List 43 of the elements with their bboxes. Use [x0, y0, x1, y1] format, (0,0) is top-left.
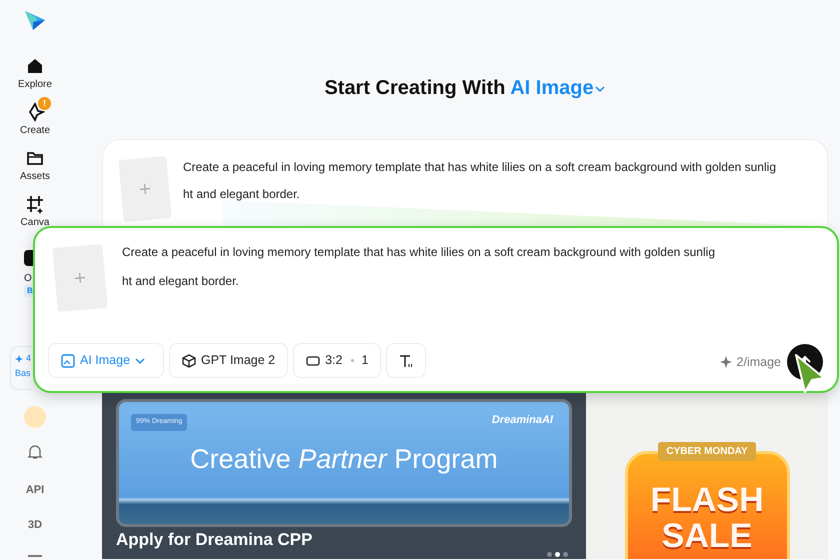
nav-label[interactable]: API	[26, 482, 44, 499]
text-icon	[399, 354, 414, 368]
logo-icon	[23, 8, 47, 32]
prompt-text: Create a peaceful in loving memory template that has white lilies on a soft cream background with golden sunlig ht and elegant border.	[183, 159, 777, 203]
sparkle-icon	[15, 354, 23, 363]
credits-value: 4	[26, 352, 32, 366]
nav-label[interactable]: O	[24, 272, 32, 286]
nav-label[interactable]: 3D	[28, 516, 42, 534]
sale-text: FLASH	[650, 482, 764, 518]
nav-label[interactable]: Canva	[20, 216, 50, 230]
alert-badge: !	[38, 97, 51, 110]
cost-label: 2/image	[736, 354, 781, 371]
ribbon-label: CYBER MONDAY	[658, 442, 756, 461]
nav-label[interactable]: Create	[20, 124, 50, 138]
caret-icon	[594, 84, 606, 93]
nav-label[interactable]: Explore	[18, 78, 52, 92]
sale-text: SALE	[662, 518, 752, 554]
minus-icon[interactable]	[28, 555, 42, 558]
app-icon[interactable]	[24, 248, 33, 268]
caret-icon	[135, 356, 146, 365]
prompt-input[interactable]: Create a peaceful in loving memory template that has white lilies on a soft cream background with golden sunlig ht and elegant border.	[122, 238, 715, 296]
carousel-dot[interactable]	[555, 552, 560, 557]
aspect-ratio-button[interactable]: 3:2 1	[293, 343, 382, 378]
rectangle-icon	[306, 354, 320, 366]
separator-dot	[350, 359, 354, 362]
plus-icon	[138, 182, 152, 196]
crop-grid-icon[interactable]	[25, 194, 45, 214]
image-icon	[61, 354, 75, 368]
text-style-button[interactable]	[386, 343, 426, 378]
carousel-dot[interactable]	[547, 552, 552, 557]
plus-icon	[74, 272, 86, 284]
nav-label[interactable]: Assets	[20, 170, 50, 184]
model-button[interactable]: GPT Image 2	[169, 343, 288, 378]
banner-caption: Apply for Dreamina CPP	[116, 529, 312, 551]
plan-label: Bas	[15, 367, 32, 380]
sparkle-icon	[720, 356, 732, 368]
banner-headline: Creative Partner Program	[190, 442, 498, 476]
bell-icon[interactable]	[27, 444, 43, 460]
carousel-dot[interactable]	[563, 552, 568, 557]
home-icon[interactable]	[25, 56, 45, 76]
cube-icon	[182, 354, 196, 368]
brand-logo: DreaminaAI	[492, 413, 553, 428]
page-heading: Start Creating With	[324, 77, 506, 99]
